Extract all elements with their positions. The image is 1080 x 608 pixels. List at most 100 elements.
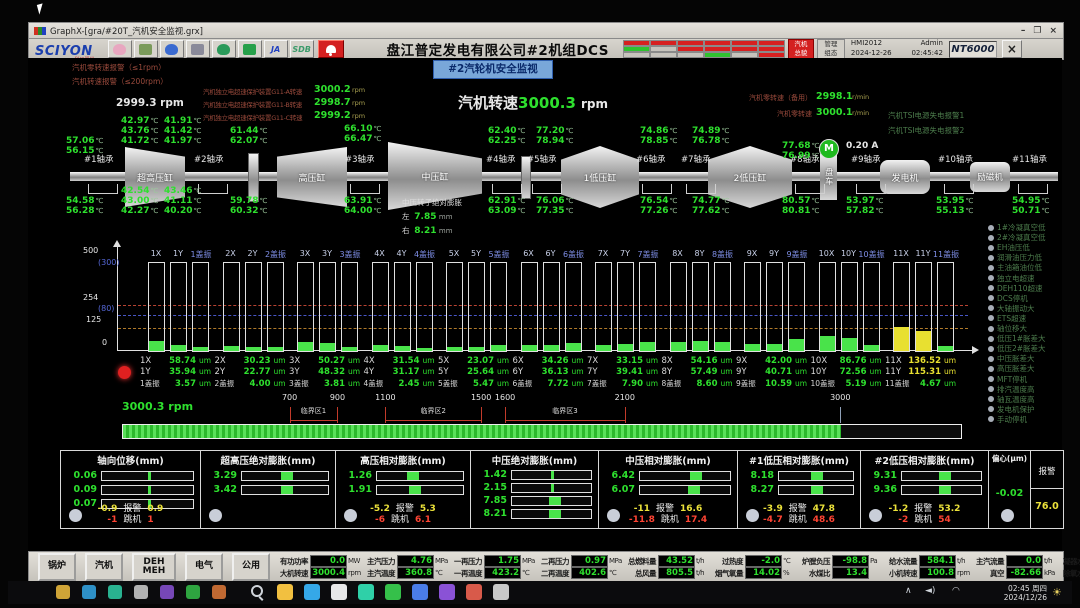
metric-value: 1.75 [484,555,521,567]
monitor-icon[interactable] [212,40,236,58]
turbine-overview-tile[interactable]: 汽机 总貌 [788,39,814,59]
vib-bar-fill [544,345,559,351]
metric-label: 有功功率 [278,556,308,567]
taskbar-clock[interactable]: 02:45 周四 2024/12/26 [995,584,1047,603]
taskbar-left-icon-5[interactable] [186,585,200,599]
vib-bar-label-2盖振: 2盖振 [261,249,291,260]
taskbar-left-icon-0[interactable] [56,585,70,599]
tray-speaker-icon[interactable]: ◄) [925,586,935,596]
taskbar-app-icon-7[interactable] [439,584,455,600]
vib-table-cell-4X: 4X31.54um [364,356,438,366]
minimize-button[interactable]: – [1021,26,1026,36]
close-window-button[interactable]: × [1049,26,1057,36]
nav-button-4[interactable]: 公用 [232,553,270,581]
gauge-marker [939,472,951,480]
vib-table-unit: um [721,356,736,365]
vib-table-cell-2X: 2X30.23um [215,356,289,366]
brightness-icon[interactable]: ☀ [1052,586,1062,599]
metric-unit: Pa [870,557,883,565]
vib-bar-fill [268,347,283,351]
vib-table-value: 50.27 [309,356,345,366]
sdb-logo-icon[interactable]: SDB [290,40,314,58]
taskbar-app-icon-5[interactable] [385,584,401,600]
ja-logo-icon[interactable]: JA [264,40,288,58]
vib-table-unit: um [423,379,438,388]
bearing-3-bottom-temp-1: 64.00℃ [344,206,381,216]
vib-bar-3X [297,262,314,352]
taskbar-left-icon-1[interactable] [82,585,96,599]
nav-button-2[interactable]: DEH MEH [132,553,176,581]
close-app-button[interactable]: × [1002,40,1022,58]
metric-value: -2.0 [745,555,782,567]
metric-unit: MPa [435,557,448,565]
vib-table-unit: um [274,379,289,388]
taskbar-app-icon-8[interactable] [466,584,482,600]
tray-network-icon[interactable]: ◠ [952,586,960,596]
nav-button-3[interactable]: 电气 [185,553,223,581]
vib-table-unit: um [572,367,587,376]
window-titlebar[interactable]: GraphX-[gra/#20T_汽机安全监视.grx] – ❐ × [28,22,1064,39]
nav-button-1[interactable]: 汽机 [85,553,123,581]
uhp-bottom-temp-1-0: 43.46℃ [164,186,201,196]
vib-bar-fill [596,345,611,351]
vib-bar-label-4盖振: 4盖振 [410,249,440,260]
gauge-marker [551,484,554,492]
taskbar-left-icon-2[interactable] [108,585,122,599]
vib-bar-fill [320,343,335,352]
eccentric-alarm-value: 76.0 [1031,489,1063,512]
machine-icon[interactable] [186,40,210,58]
panel-status-dot [69,509,82,522]
users-icon[interactable] [108,40,132,58]
taskbar-app-icon-1[interactable] [277,584,293,600]
taskbar-left-icon-6[interactable] [212,585,226,599]
metric: 主汽压力4.76MPa [365,555,448,567]
gauge-value: 0.06 [67,470,97,481]
rpm-zone-line-2 [385,420,481,421]
uhp-bottom-temp-1-1: 41.11℃ [164,196,201,206]
alarm-bell-button[interactable] [318,40,344,58]
taskbar-app-icon-2[interactable] [304,584,320,600]
mode-tile[interactable]: 管理 组态 [817,39,845,59]
vib-table-value: 136.52 [905,356,941,366]
vib-table-cell-8盖振: 8盖振8.60um [662,378,736,389]
vib-table-cell-10盖振: 10盖振5.19um [811,378,885,389]
network-user-icon[interactable] [160,40,184,58]
uhp-top-temp-1-0-value: 41.91 [164,116,192,126]
taskbar-app-icon-6[interactable] [412,584,428,600]
taskbar-app-icon-3[interactable] [331,584,347,600]
vib-table-unit: um [199,367,214,376]
bearing-label-6: #6轴承 [636,153,666,165]
vib-table-value: 5.47 [464,379,494,389]
bearing-7-top-temp-0-value: 74.89 [692,126,720,136]
taskbar-app-icon-9[interactable] [493,584,509,600]
vib-table-unit: um [274,367,289,376]
vib-bar-2盖振 [267,262,284,352]
panel-status-dot [209,509,222,522]
bearing-7-top-temp-1-value: 76.78 [692,136,720,146]
search-icon[interactable] [250,584,266,600]
vib-table-label: 3盖振 [289,378,315,389]
rpm-zone-label-2: 临界区2 [417,406,449,416]
taskbar-left-icon-4[interactable] [160,585,174,599]
overspeed-unit-1: rpm [352,99,365,107]
nav-button-0[interactable]: 锅炉 [38,553,76,581]
vib-bar-fill [745,344,760,351]
vib-table-unit: um [497,379,512,388]
restore-button[interactable]: ❐ [1033,26,1041,36]
gauge-bar [376,471,464,481]
vib-table-label: 3Y [289,367,309,377]
uhp-top-temp-0-2-value: 41.72 [121,136,149,146]
bearing-4-top-temp-1-value: 62.25 [488,136,516,146]
taskbar-app-icon-4[interactable] [358,584,374,600]
taskbar-left-icon-3[interactable] [134,585,148,599]
metric-value: -98.8 [832,555,869,567]
zero-speed-alarm-label-1: 汽机零转速报警（≤1rpm） [72,62,166,73]
metric-value: 3000.4 [310,567,347,579]
rpm-tick-line-3000 [840,407,841,423]
folder-icon[interactable] [238,40,262,58]
vib-table-unit: um [944,356,959,365]
vib-bar-fill [842,338,857,351]
bearing-4-top-temp-0: 62.40℃ [488,126,525,136]
tray-chevron-icon[interactable]: ∧ [905,586,912,596]
tools-icon[interactable] [134,40,158,58]
